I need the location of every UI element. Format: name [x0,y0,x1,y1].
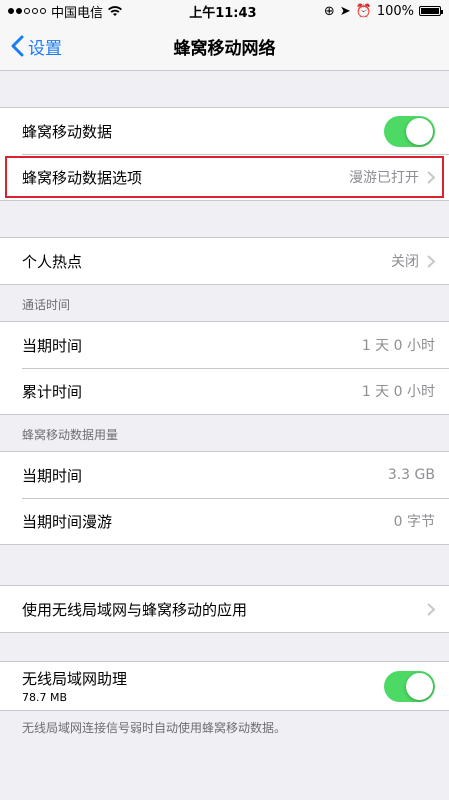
usage-current-row: 当期时间 3.3 GB [0,452,449,498]
wlan-cellular-apps-row[interactable]: 使用无线局域网与蜂窝移动的应用 [0,586,449,632]
cellular-data-options-value: 漫游已打开 [349,170,419,186]
chevron-right-icon [427,254,435,268]
page-title: 蜂窝移动网络 [173,38,276,59]
cellular-data-options-label: 蜂窝移动数据选项 [22,168,143,187]
status-right: ⊕ ➤ ⏰ 100% [323,3,443,19]
wifi-assist-label-stack: 无线局域网助理 78.7 MB [22,668,127,704]
wifi-assist-group: 无线局域网助理 78.7 MB [0,661,449,711]
cellular-data-options-right: 漫游已打开 [349,167,435,187]
wifi-assist-row: 无线局域网助理 78.7 MB [0,662,449,710]
usage-roaming-value: 0 字节 [393,514,435,530]
navigation-bar: 设置 蜂窝移动网络 [0,22,449,71]
personal-hotspot-right: 关闭 [391,251,435,271]
status-left: 中国电信 [8,2,123,21]
wifi-assist-label: 无线局域网助理 [22,670,128,688]
personal-hotspot-row[interactable]: 个人热点 关闭 [0,238,449,284]
hotspot-group: 个人热点 关闭 [0,237,449,285]
call-time-group: 当期时间 1 天 0 小时 累计时间 1 天 0 小时 [0,321,449,415]
signal-strength-icon [8,8,46,14]
usage-current-value: 3.3 GB [387,467,435,483]
apps-group: 使用无线局域网与蜂窝移动的应用 [0,585,449,633]
personal-hotspot-value: 关闭 [391,254,419,270]
wlan-cellular-apps-label: 使用无线局域网与蜂窝移动的应用 [22,600,248,619]
chevron-left-icon [11,35,24,57]
call-time-current-label: 当期时间 [22,336,83,355]
chevron-right-icon [427,602,435,616]
usage-roaming-label: 当期时间漫游 [22,512,113,531]
usage-roaming-row: 当期时间漫游 0 字节 [0,498,449,544]
cellular-data-row: 蜂窝移动数据 [0,108,449,154]
call-time-header: 通话时间 [22,298,71,312]
status-time: 上午11:43 [189,5,257,21]
back-button[interactable]: 设置 [0,34,62,59]
usage-current-label: 当期时间 [22,466,83,485]
cellular-data-toggle[interactable] [384,115,435,147]
personal-hotspot-label: 个人热点 [22,252,83,271]
usage-header: 蜂窝移动数据用量 [22,428,119,442]
status-bar: 中国电信 上午11:43 ⊕ ➤ ⏰ 100% [0,0,449,22]
cellular-group: 蜂窝移动数据 蜂窝移动数据选项 漫游已打开 [0,107,449,201]
wifi-assist-footer: 无线局域网连接信号弱时自动使用蜂窝移动数据。 [22,721,287,735]
carrier-name: 中国电信 [51,5,104,21]
chevron-right-icon [427,170,435,184]
wifi-icon [108,5,123,16]
battery-icon [418,6,443,16]
alarm-icon: ⏰ [355,3,372,19]
call-time-current-row: 当期时间 1 天 0 小时 [0,322,449,368]
call-time-total-row: 累计时间 1 天 0 小时 [0,368,449,414]
back-label: 设置 [28,38,62,59]
usage-group: 当期时间 3.3 GB 当期时间漫游 0 字节 [0,451,449,545]
call-time-current-value: 1 天 0 小时 [361,338,435,354]
wifi-assist-size: 78.7 MB [22,691,68,704]
battery-percent: 100% [376,3,414,19]
rotation-lock-icon: ⊕ [323,3,335,19]
cellular-data-options-row[interactable]: 蜂窝移动数据选项 漫游已打开 [0,154,449,200]
wifi-assist-toggle[interactable] [384,670,435,702]
location-icon: ➤ [339,3,351,19]
call-time-total-value: 1 天 0 小时 [361,384,435,400]
call-time-total-label: 累计时间 [22,382,83,401]
cellular-data-label: 蜂窝移动数据 [22,122,113,141]
